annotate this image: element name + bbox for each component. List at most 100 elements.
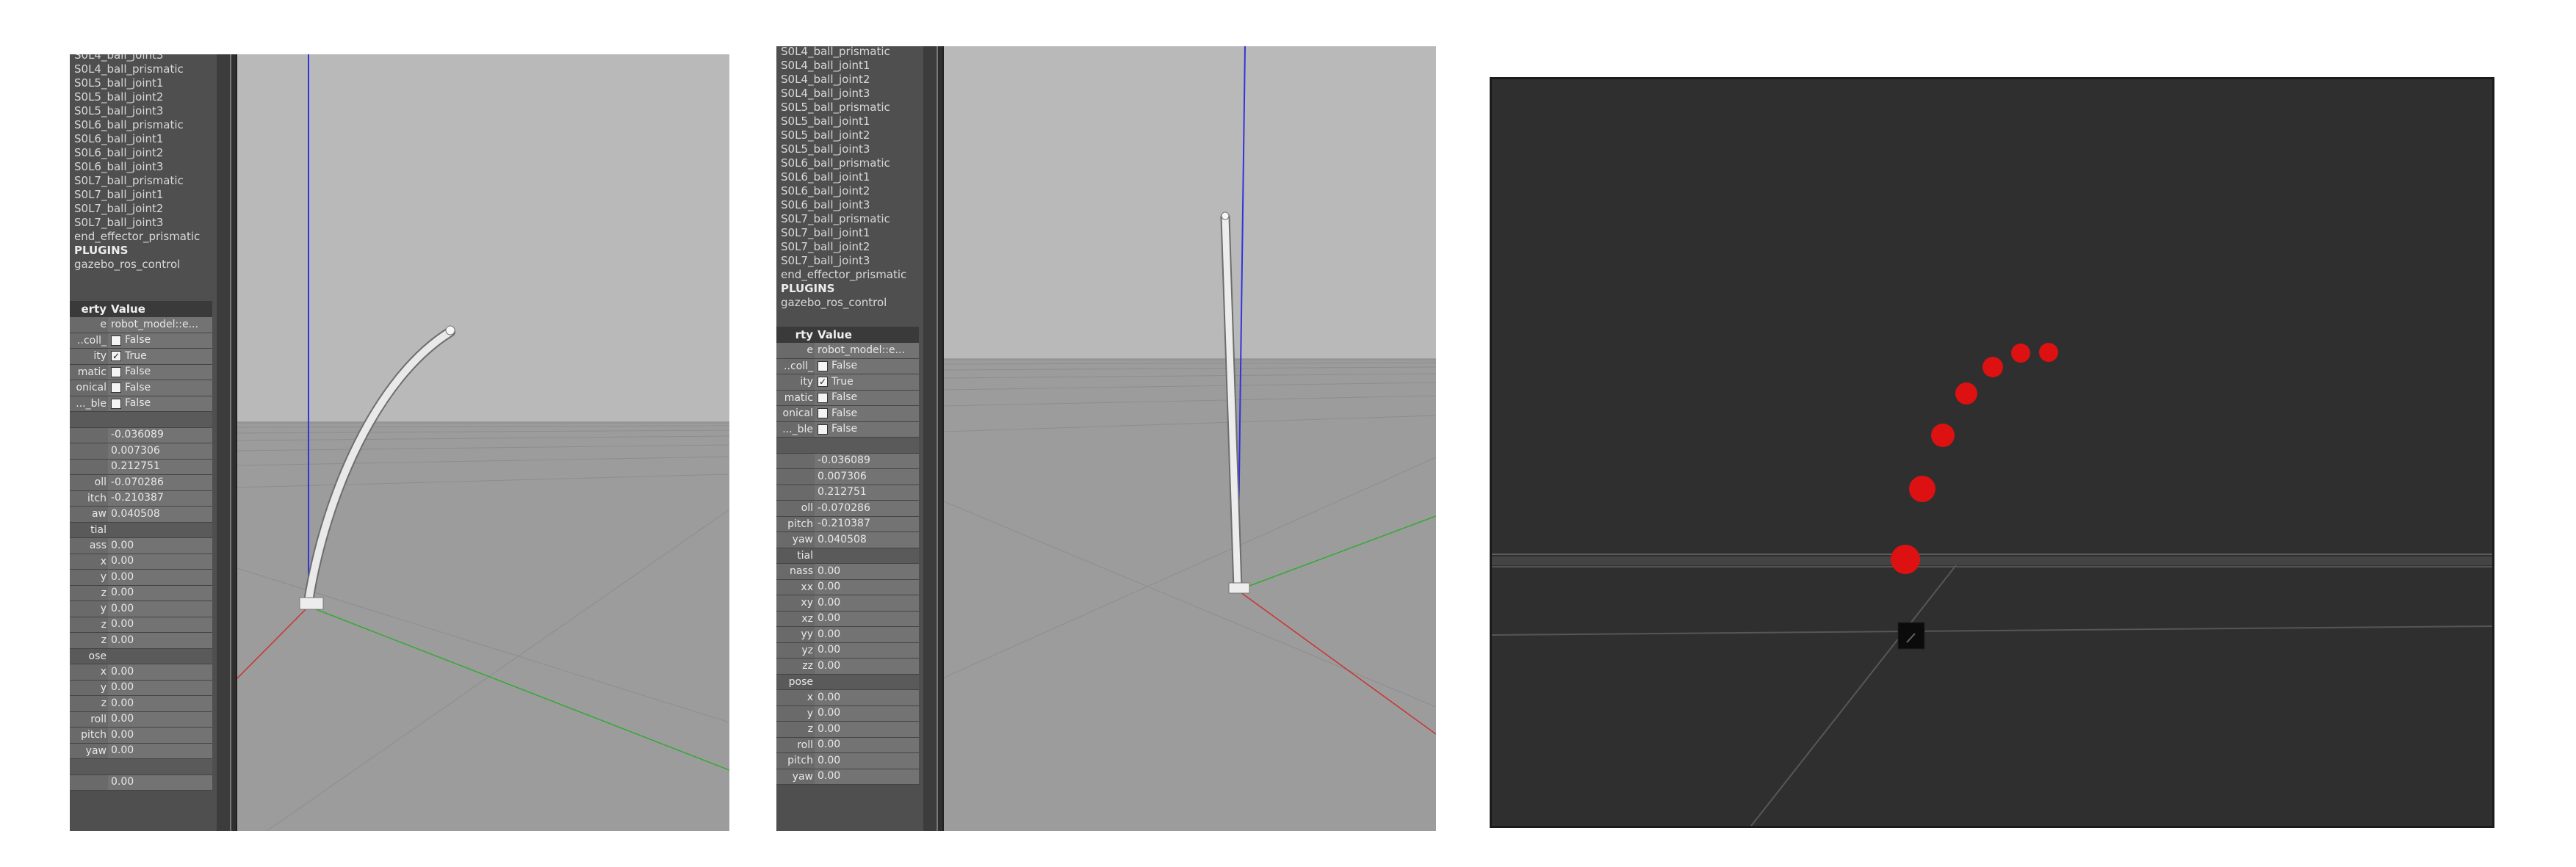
property-value-cell[interactable]: 0.00 bbox=[108, 617, 212, 632]
property-value-cell[interactable]: -0.036089 bbox=[108, 427, 212, 443]
property-row[interactable]: yaw 0.00 bbox=[70, 743, 212, 759]
property-value-cell[interactable]: False bbox=[815, 421, 919, 437]
tree-item[interactable]: S0L5_ball_joint1 bbox=[74, 76, 219, 90]
checkbox-icon[interactable]: ✓ bbox=[818, 377, 828, 388]
property-value-cell[interactable]: 0.212751 bbox=[815, 485, 919, 500]
tree-item[interactable]: S0L7_ball_joint1 bbox=[74, 188, 219, 202]
property-row[interactable]: pitch 0.00 bbox=[70, 728, 212, 744]
property-value-cell[interactable]: 0.00 bbox=[815, 737, 919, 752]
tree-item[interactable]: end_effector_prismatic bbox=[781, 268, 926, 282]
property-row[interactable]: 0.00 bbox=[70, 775, 212, 791]
property-row[interactable]: oll -0.070286 bbox=[776, 501, 919, 517]
tree-item[interactable]: S0L7_ball_prismatic bbox=[74, 174, 219, 188]
property-value-cell[interactable]: 0.00 bbox=[815, 564, 919, 579]
property-row[interactable]: matic False bbox=[776, 390, 919, 406]
property-value-cell[interactable] bbox=[108, 648, 212, 664]
property-row[interactable]: yz 0.00 bbox=[776, 642, 919, 659]
property-group-row[interactable] bbox=[70, 412, 212, 428]
property-row[interactable]: yaw 0.00 bbox=[776, 769, 919, 785]
tree-item[interactable]: S0L4_ball_joint1 bbox=[781, 59, 926, 73]
property-value-cell[interactable]: 0.00 bbox=[108, 743, 212, 758]
property-value-cell[interactable]: 0.212751 bbox=[108, 459, 212, 474]
property-row[interactable]: 0.212751 bbox=[776, 485, 919, 501]
property-row[interactable]: onical False bbox=[776, 406, 919, 422]
property-row[interactable]: roll 0.00 bbox=[70, 711, 212, 728]
property-row[interactable]: oll -0.070286 bbox=[70, 475, 212, 491]
property-column-header[interactable]: rty bbox=[776, 327, 813, 343]
tree-item[interactable]: S0L5_ball_prismatic bbox=[781, 101, 926, 115]
property-group-row[interactable]: tial bbox=[776, 548, 919, 564]
property-row[interactable]: -0.036089 bbox=[70, 427, 212, 443]
plugins-section-label[interactable]: PLUGINS bbox=[781, 282, 926, 296]
tree-item-plugin[interactable]: gazebo_ros_control bbox=[74, 258, 219, 272]
tree-item[interactable]: S0L6_ball_joint3 bbox=[781, 198, 926, 212]
property-value-cell[interactable]: robot_model::e... bbox=[108, 317, 212, 333]
property-value-cell[interactable]: ✓ True bbox=[108, 349, 212, 364]
rviz-marker-view[interactable] bbox=[1490, 77, 2494, 828]
property-row[interactable]: z 0.00 bbox=[70, 617, 212, 633]
property-value-cell[interactable]: 0.00 bbox=[108, 570, 212, 585]
property-row[interactable]: 0.007306 bbox=[776, 469, 919, 485]
plugins-section-label[interactable]: PLUGINS bbox=[74, 244, 219, 258]
checkbox-icon[interactable] bbox=[111, 382, 121, 393]
tree-item[interactable]: S0L4_ball_joint3 bbox=[781, 87, 926, 101]
property-group-row[interactable]: ose bbox=[70, 648, 212, 664]
tree-item[interactable]: S0L5_ball_joint2 bbox=[74, 90, 219, 104]
property-row[interactable]: itch -0.210387 bbox=[70, 490, 212, 507]
tree-item-plugin[interactable]: gazebo_ros_control bbox=[781, 296, 926, 310]
property-row[interactable]: x 0.00 bbox=[70, 554, 212, 570]
tree-item[interactable]: S0L5_ball_joint1 bbox=[781, 115, 926, 128]
checkbox-icon[interactable] bbox=[111, 398, 121, 409]
property-row[interactable]: matic False bbox=[70, 364, 212, 380]
tree-item[interactable]: S0L7_ball_joint2 bbox=[74, 202, 219, 216]
property-value-cell[interactable]: ✓ True bbox=[815, 374, 919, 390]
property-row[interactable]: z 0.00 bbox=[776, 722, 919, 738]
tree-item[interactable]: S0L6_ball_joint2 bbox=[74, 146, 219, 160]
property-value-cell[interactable]: 0.00 bbox=[108, 585, 212, 601]
property-value-cell[interactable]: False bbox=[108, 364, 212, 380]
property-row[interactable]: xz 0.00 bbox=[776, 611, 919, 627]
property-value-cell[interactable]: -0.210387 bbox=[108, 490, 212, 506]
checkbox-icon[interactable] bbox=[818, 424, 828, 435]
property-row[interactable]: e robot_model::e... bbox=[776, 343, 919, 359]
property-value-cell[interactable]: 0.00 bbox=[108, 775, 212, 790]
property-value-cell[interactable]: 0.00 bbox=[815, 722, 919, 737]
property-row[interactable]: yaw 0.040508 bbox=[776, 532, 919, 548]
tree-item[interactable]: S0L4_ball_prismatic bbox=[781, 46, 926, 59]
3d-viewport[interactable] bbox=[237, 54, 729, 831]
property-value-cell[interactable]: False bbox=[815, 406, 919, 421]
property-value-cell[interactable]: 0.00 bbox=[815, 769, 919, 784]
panel-splitter[interactable] bbox=[937, 46, 944, 831]
property-row[interactable]: ass 0.00 bbox=[70, 538, 212, 554]
property-row[interactable]: zz 0.00 bbox=[776, 659, 919, 675]
panel-splitter[interactable] bbox=[230, 54, 237, 831]
tree-item[interactable]: S0L4_ball_prismatic bbox=[74, 62, 219, 76]
checkbox-icon[interactable] bbox=[818, 360, 828, 371]
property-value-cell[interactable] bbox=[815, 438, 919, 453]
property-row[interactable]: x 0.00 bbox=[776, 690, 919, 706]
property-group-row[interactable] bbox=[776, 438, 919, 454]
property-value-cell[interactable] bbox=[108, 759, 212, 775]
tree-item[interactable]: S0L7_ball_prismatic bbox=[781, 212, 926, 226]
property-value-cell[interactable]: 0.00 bbox=[108, 728, 212, 743]
property-row[interactable]: y 0.00 bbox=[70, 601, 212, 617]
tree-item[interactable]: S0L5_ball_joint2 bbox=[781, 128, 926, 142]
property-value-cell[interactable]: -0.036089 bbox=[815, 453, 919, 468]
property-value-cell[interactable]: -0.070286 bbox=[108, 475, 212, 490]
tree-item[interactable]: S0L6_ball_joint1 bbox=[74, 132, 219, 146]
property-row[interactable]: 0.212751 bbox=[70, 459, 212, 475]
tree-item[interactable]: S0L7_ball_joint1 bbox=[781, 226, 926, 240]
property-value-cell[interactable]: False bbox=[815, 358, 919, 374]
property-row[interactable]: onical False bbox=[70, 380, 212, 396]
property-value-cell[interactable]: 0.00 bbox=[108, 680, 212, 695]
property-value-cell[interactable]: 0.00 bbox=[815, 690, 919, 705]
property-column-header[interactable]: erty bbox=[70, 301, 107, 317]
property-value-cell[interactable]: 0.00 bbox=[815, 579, 919, 595]
property-value-cell[interactable]: False bbox=[108, 380, 212, 396]
property-row[interactable]: e robot_model::e... bbox=[70, 317, 212, 333]
tree-item[interactable]: S0L4_ball_joint2 bbox=[781, 73, 926, 87]
property-row[interactable]: aw 0.040508 bbox=[70, 507, 212, 523]
property-value-cell[interactable]: 0.00 bbox=[815, 627, 919, 642]
tree-item[interactable]: end_effector_prismatic bbox=[74, 230, 219, 244]
property-group-row[interactable]: tial bbox=[70, 522, 212, 538]
